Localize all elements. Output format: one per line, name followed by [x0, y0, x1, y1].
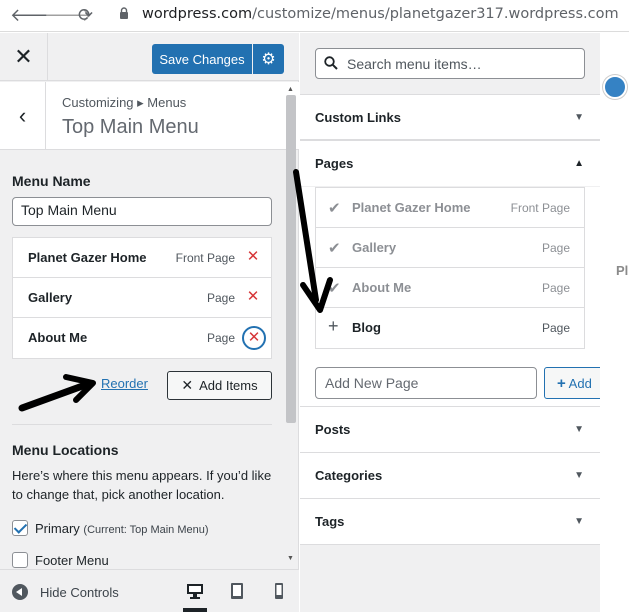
menu-item-type: Page [206, 291, 235, 305]
active-device-indicator [183, 608, 207, 612]
menu-item-title: Gallery [28, 290, 73, 305]
primary-location-checkbox[interactable] [12, 520, 28, 536]
remove-item-icon[interactable]: ✕ [245, 249, 261, 265]
search-placeholder: Search menu items… [347, 56, 482, 72]
menu-item-title: About Me [28, 330, 88, 345]
close-icon: ✕ [181, 377, 194, 393]
list-item[interactable]: ✔ Planet Gazer Home Front Page [316, 188, 584, 228]
preview-background [600, 33, 629, 612]
page-title: Top Main Menu [62, 116, 199, 138]
breadcrumb: Customizing ▸ Menus [62, 95, 187, 110]
page-item-type: Page [541, 321, 570, 335]
section-titlebar: ‹ Customizing ▸ Menus Top Main Menu [0, 82, 299, 150]
tablet-icon[interactable] [228, 582, 246, 600]
section-tags[interactable]: Tags ▼ [300, 499, 600, 545]
add-items-button[interactable]: ✕ Add Items [167, 371, 272, 400]
footer-location-checkbox[interactable] [12, 552, 28, 568]
site-preview[interactable]: Pl [600, 33, 629, 612]
primary-location-label: Primary (Current: Top Main Menu) [35, 521, 209, 536]
checkmark-icon: ✔ [328, 280, 341, 297]
menu-name-label: Menu Name [12, 173, 91, 189]
plus-icon: + [328, 316, 339, 336]
footer-location-label: Footer Menu [35, 553, 109, 568]
chevron-down-icon: ▼ [574, 424, 584, 435]
list-item[interactable]: + Blog Page [316, 308, 584, 348]
menu-item-type: Front Page [175, 251, 235, 265]
mobile-icon[interactable] [270, 582, 288, 600]
remove-item-icon[interactable]: ✕ [242, 326, 266, 350]
section-posts[interactable]: Posts ▼ [300, 407, 600, 453]
section-title: Pages [315, 156, 354, 171]
plus-icon: + [557, 375, 566, 392]
divider [12, 424, 272, 425]
checkmark-icon: ✔ [328, 200, 341, 217]
add-new-page-button[interactable]: + Add [544, 367, 604, 399]
page-item-title: Gallery [352, 240, 397, 255]
section-title: Posts [315, 422, 351, 437]
search-menu-items-input[interactable]: Search menu items… [315, 48, 585, 79]
scroll-down-arrow-icon[interactable]: ▼ [287, 555, 294, 562]
chevron-down-icon: ▼ [574, 112, 584, 123]
customizer-footer: Hide Controls [0, 569, 299, 612]
section-categories[interactable]: Categories ▼ [300, 453, 600, 499]
chevron-down-icon: ▼ [574, 516, 584, 527]
chevron-down-icon: ▼ [574, 470, 584, 481]
checkmark-icon: ✔ [328, 240, 341, 257]
url-host: wordpress.com [142, 6, 253, 22]
menu-items-list: Planet Gazer Home Front Page ✕ Gallery P… [12, 237, 272, 359]
page-item-type: Page [541, 281, 570, 295]
remove-item-icon[interactable]: ✕ [245, 289, 261, 305]
section-title: Tags [315, 514, 345, 529]
new-page-placeholder: Add New Page [325, 375, 419, 391]
close-icon[interactable]: ✕ [0, 33, 48, 81]
section-custom-links[interactable]: Custom Links ▼ [300, 94, 600, 140]
customizer-header: ✕ Save Changes ⚙ [0, 33, 299, 81]
menu-item[interactable]: Gallery Page ✕ [13, 278, 271, 318]
back-chevron-icon[interactable]: ‹ [0, 82, 46, 150]
address-bar[interactable]: wordpress.com/customize/menus/planetgaze… [142, 6, 619, 22]
add-items-label: Add Items [199, 378, 258, 393]
primary-location-current: (Current: Top Main Menu) [83, 524, 209, 536]
lock-icon [120, 7, 128, 19]
menu-item-title: Planet Gazer Home [28, 250, 147, 265]
page-item-type: Front Page [510, 201, 570, 215]
pages-list: ✔ Planet Gazer Home Front Page ✔ Gallery… [315, 187, 585, 349]
hide-controls-button[interactable]: Hide Controls [40, 585, 119, 600]
page-item-type: Page [541, 241, 570, 255]
page-item-title: Planet Gazer Home [352, 200, 471, 215]
menu-name-input[interactable]: Top Main Menu [12, 197, 272, 226]
menu-locations-description: Here’s where this menu appears. If you’d… [12, 468, 272, 502]
sidebar-scrollbar[interactable] [286, 95, 296, 423]
menu-item[interactable]: Planet Gazer Home Front Page ✕ [13, 238, 271, 278]
edit-shortcut-pencil-icon[interactable] [603, 75, 627, 99]
preview-partial-text: Pl [616, 263, 629, 278]
save-changes-button[interactable]: Save Changes [152, 44, 252, 74]
page-item-title: About Me [352, 280, 412, 295]
section-pages[interactable]: Pages ▲ [300, 140, 600, 186]
browser-reload-icon[interactable]: ⟳ [78, 5, 93, 26]
chevron-up-icon: ▲ [574, 158, 584, 169]
customizer-sidebar: ✕ Save Changes ⚙ ‹ Customizing ▸ Menus T… [0, 33, 299, 612]
collapse-arrow-icon[interactable] [12, 584, 28, 600]
section-title: Custom Links [315, 110, 401, 125]
page-item-title: Blog [352, 320, 381, 335]
search-icon [324, 56, 338, 70]
scroll-up-arrow-icon[interactable]: ▲ [287, 86, 294, 93]
menu-locations-heading: Menu Locations [12, 442, 119, 458]
url-path: /customize/menus/planetgazer317.wordpres… [252, 6, 619, 22]
desktop-icon[interactable] [186, 582, 204, 600]
pages-list-body: ✔ Planet Gazer Home Front Page ✔ Gallery… [300, 187, 604, 407]
add-button-label: Add [568, 376, 592, 391]
primary-location-name: Primary [35, 521, 80, 536]
available-menu-items-panel: Search menu items… Custom Links ▼ Pages … [300, 33, 604, 612]
gear-icon[interactable]: ⚙ [253, 44, 284, 74]
list-item[interactable]: ✔ Gallery Page [316, 228, 584, 268]
list-item[interactable]: ✔ About Me Page [316, 268, 584, 308]
section-title: Categories [315, 468, 383, 483]
browser-toolbar: 🡐 🡒 ⟳ wordpress.com/customize/menus/plan… [0, 0, 629, 32]
reorder-link[interactable]: Reorder [101, 376, 148, 391]
add-new-page-input[interactable]: Add New Page [315, 367, 537, 399]
menu-item[interactable]: About Me Page ✕ [13, 318, 271, 358]
menu-item-type: Page [206, 331, 235, 345]
